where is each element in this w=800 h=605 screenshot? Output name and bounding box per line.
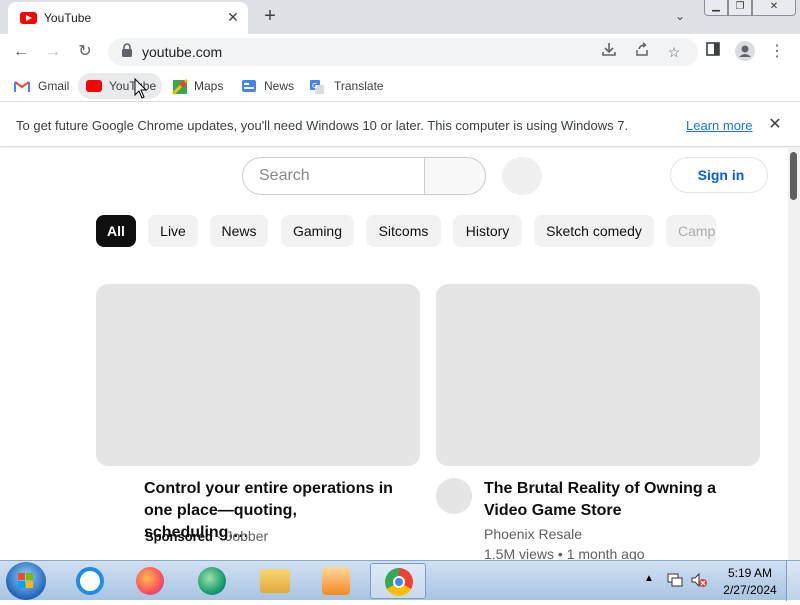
chip-sketch-comedy[interactable]: Sketch comedy — [534, 215, 654, 247]
reload-button[interactable]: ↻ — [74, 41, 96, 63]
search-button[interactable] — [424, 157, 486, 195]
close-icon[interactable]: ✕ — [224, 8, 242, 26]
meta-separator: · — [216, 528, 222, 544]
scrollbar[interactable] — [788, 148, 800, 560]
profile-icon[interactable] — [734, 41, 756, 63]
bookmark-label: Translate — [334, 79, 384, 93]
tab-title: YouTube — [44, 11, 92, 25]
bookmarks-bar: Gmail YouTube Maps News G Translate — [0, 70, 800, 102]
video-title[interactable]: The Brutal Reality of Owning a Video Gam… — [484, 478, 724, 522]
url-text[interactable]: youtube.com — [142, 44, 222, 60]
volume-muted-icon[interactable] — [690, 571, 708, 594]
scrollbar-thumb[interactable] — [790, 152, 797, 200]
chevron-down-icon[interactable]: ⌄ — [670, 6, 690, 26]
share-icon[interactable] — [631, 41, 653, 63]
chip-sitcoms[interactable]: Sitcoms — [366, 215, 441, 247]
chip-all[interactable]: All — [96, 215, 136, 247]
channel-name[interactable]: Jobber — [225, 528, 268, 544]
youtube-icon — [20, 12, 37, 24]
sign-in-button[interactable]: Sign in — [670, 157, 768, 193]
search-input[interactable]: Search — [242, 157, 424, 195]
bookmark-gmail[interactable]: Gmail — [8, 73, 74, 99]
close-icon[interactable]: ✕ — [766, 116, 784, 134]
show-hidden-icons-button[interactable]: ▲ — [644, 573, 654, 584]
gmail-icon — [14, 79, 30, 93]
start-button[interactable] — [6, 562, 46, 600]
bookmark-youtube[interactable]: YouTube — [78, 73, 162, 99]
browser-toolbar: ← → ↻ youtube.com ☆ ⋮ — [0, 34, 800, 70]
video-thumbnail[interactable] — [96, 284, 420, 466]
voice-search-button[interactable] — [502, 157, 542, 195]
clock-time[interactable]: 5:19 AM — [720, 566, 780, 580]
bookmark-maps[interactable]: Maps — [166, 73, 230, 99]
translate-icon: G — [309, 79, 325, 94]
tab-strip: YouTube ✕ + ⌄ ▁ ❐ ✕ — [0, 0, 800, 34]
lock-icon[interactable] — [120, 43, 134, 61]
file-explorer-icon[interactable] — [246, 563, 302, 599]
news-icon — [241, 79, 257, 93]
youtube-icon — [86, 80, 102, 92]
window-close-button[interactable]: ✕ — [752, 0, 796, 16]
bookmark-label: Maps — [194, 79, 224, 93]
video-meta: Sponsored · Jobber — [145, 528, 268, 544]
internet-explorer-icon[interactable] — [62, 563, 118, 599]
bookmark-label: News — [264, 79, 295, 93]
update-infobar: To get future Google Chrome updates, you… — [0, 103, 800, 147]
chrome-icon[interactable] — [370, 563, 426, 599]
maximize-button[interactable]: ❐ — [728, 0, 752, 16]
avatar[interactable] — [436, 478, 472, 514]
clock-date[interactable]: 2/27/2024 — [716, 583, 784, 597]
show-desktop-button[interactable] — [786, 561, 800, 601]
network-icon[interactable] — [666, 571, 684, 594]
download-icon[interactable] — [598, 41, 620, 63]
bookmark-label: Gmail — [38, 79, 70, 93]
bookmark-translate[interactable]: G Translate — [304, 73, 388, 99]
menu-icon[interactable]: ⋮ — [766, 41, 788, 63]
learn-more-link[interactable]: Learn more — [686, 118, 752, 133]
maps-icon — [171, 78, 189, 96]
sign-in-label: Sign in — [697, 167, 745, 183]
bookmark-label: YouTube — [109, 79, 157, 93]
new-tab-button[interactable]: + — [260, 6, 280, 26]
minimize-button[interactable]: ▁ — [704, 0, 728, 16]
windows-taskbar: ▲ 5:19 AM 2/27/2024 — [0, 560, 800, 601]
search-placeholder: Search — [259, 167, 310, 184]
chip-news[interactable]: News — [210, 215, 268, 247]
back-button[interactable]: ← — [10, 41, 32, 63]
chip-gaming[interactable]: Gaming — [281, 215, 354, 247]
address-bar[interactable]: youtube.com ☆ — [108, 38, 698, 66]
chip-camp[interactable]: Camp — [666, 215, 716, 247]
sponsored-badge: Sponsored — [145, 529, 213, 544]
mouse-cursor-icon — [134, 77, 148, 105]
firefox-icon[interactable] — [122, 563, 178, 599]
forward-button[interactable]: → — [42, 41, 64, 63]
svg-text:G: G — [312, 82, 317, 90]
edge-icon[interactable] — [184, 563, 240, 599]
channel-name[interactable]: Phoenix Resale — [484, 526, 582, 542]
youtube-page: Search Sign in All Live News Gaming Sitc… — [0, 148, 788, 560]
chip-live[interactable]: Live — [148, 215, 198, 247]
star-icon[interactable]: ☆ — [663, 41, 685, 63]
chip-history[interactable]: History — [453, 215, 522, 247]
video-stats: 1.5M views • 1 month ago — [484, 546, 645, 560]
media-player-icon[interactable] — [308, 563, 364, 599]
infobar-message: To get future Google Chrome updates, you… — [16, 118, 629, 133]
side-panel-icon[interactable] — [702, 41, 724, 63]
video-thumbnail[interactable] — [436, 284, 760, 466]
bookmark-news[interactable]: News — [236, 73, 300, 99]
tab-youtube[interactable]: YouTube ✕ — [8, 2, 248, 34]
